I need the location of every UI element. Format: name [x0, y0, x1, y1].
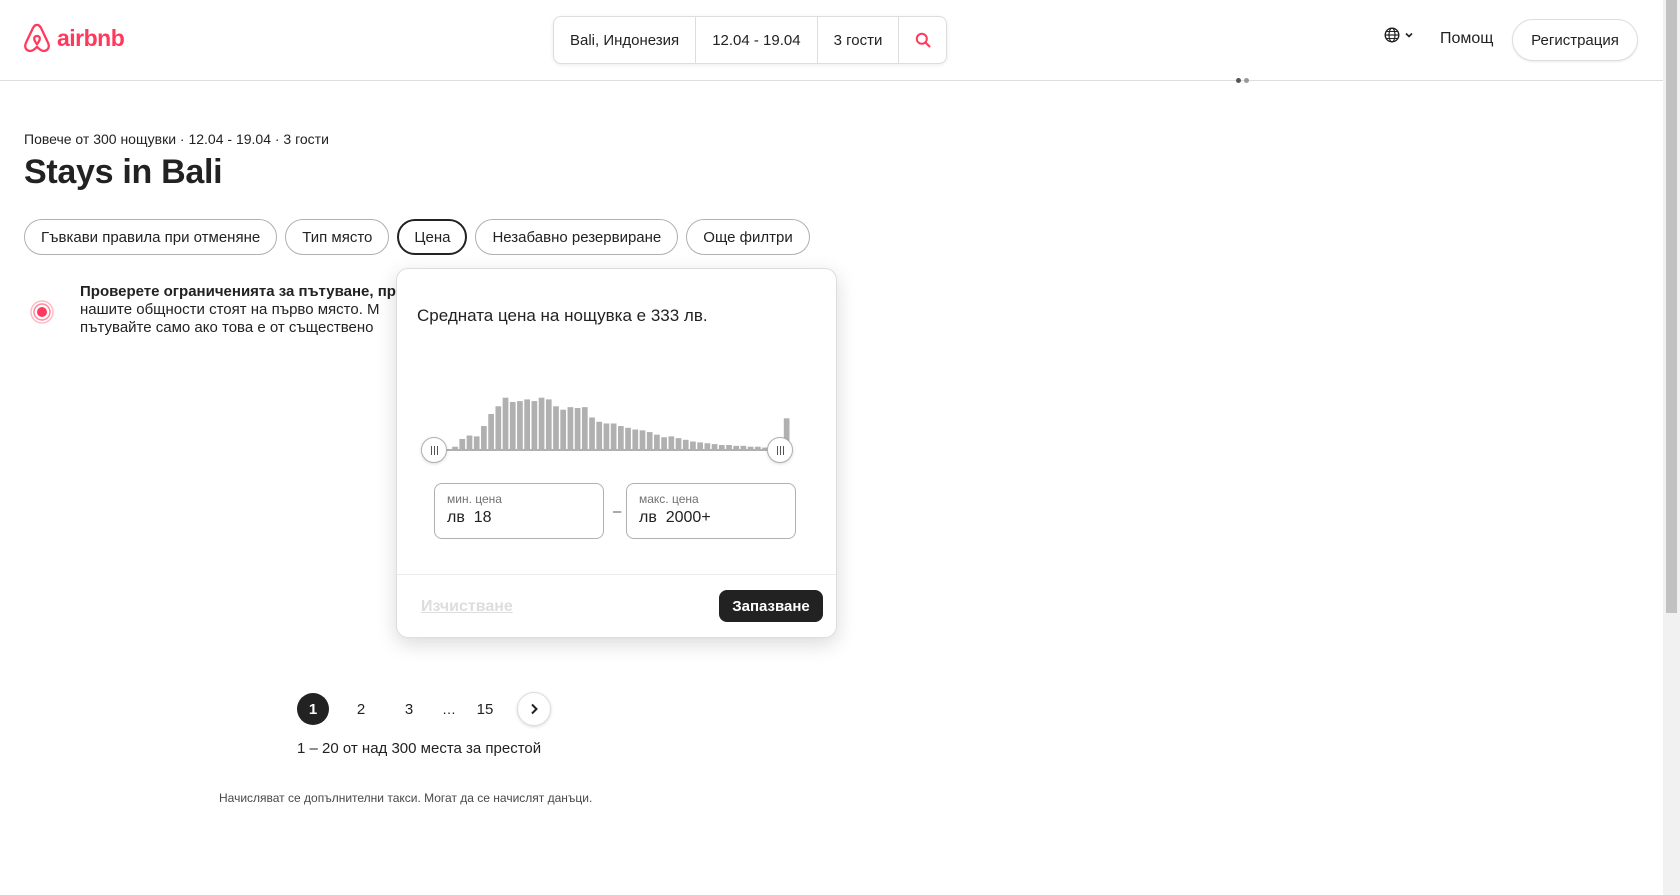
- histogram-bar: [531, 401, 538, 451]
- average-price-text: Средната цена на нощувка е 333 лв.: [417, 306, 708, 325]
- notice-text: Проверете ограниченията за пътуване, пре…: [80, 283, 404, 337]
- filter-bar: Гъвкави правила при отменяне Тип място Ц…: [24, 219, 810, 255]
- chevron-right-icon: [531, 703, 538, 715]
- histogram-bar: [625, 427, 631, 451]
- currency-label: лв: [447, 509, 465, 526]
- pagination: 1 2 3 … 15: [297, 692, 551, 726]
- register-button[interactable]: Регистрация: [1512, 19, 1638, 61]
- currency-label: лв: [639, 509, 657, 526]
- histogram-bar: [553, 406, 559, 451]
- page-3-button[interactable]: 3: [393, 693, 425, 725]
- next-page-button[interactable]: [517, 692, 551, 726]
- search-location[interactable]: Bali, Индонезия: [554, 17, 697, 63]
- histogram-baseline: [445, 449, 791, 451]
- histogram-bar: [603, 423, 610, 451]
- histogram-bar: [610, 423, 617, 451]
- notice-line: нашите общности стоят на първо място. М: [80, 301, 380, 318]
- price-histogram: [445, 397, 790, 451]
- histogram-bar: [581, 407, 588, 451]
- fees-note: Начисляват се допълнителни такси. Могат …: [219, 791, 593, 805]
- max-price-field[interactable]: макс. цена лв 2000+: [626, 483, 796, 539]
- popover-divider: [397, 574, 836, 575]
- search-icon: [915, 32, 931, 48]
- filter-price[interactable]: Цена: [397, 219, 468, 255]
- loading-indicator: [1236, 78, 1249, 83]
- min-price-number: 18: [473, 509, 492, 526]
- histogram-bar: [538, 397, 545, 451]
- filter-place-type[interactable]: Тип място: [285, 219, 390, 255]
- loading-dot: [1244, 78, 1249, 83]
- histogram-bar: [524, 399, 530, 451]
- notice-line: пътувайте само ако това е от съществено: [80, 319, 374, 336]
- min-price-label: мин. цена: [447, 492, 502, 506]
- save-button[interactable]: Запазване: [719, 590, 823, 622]
- histogram-bar: [495, 406, 502, 451]
- page-scrollbar[interactable]: [1663, 0, 1680, 895]
- min-price-handle[interactable]: [421, 437, 447, 463]
- top-header: airbnb Bali, Индонезия 12.04 - 19.04 3 г…: [0, 0, 1663, 81]
- page-15-button[interactable]: 15: [469, 693, 501, 725]
- results-count: 1 – 20 от над 300 места за престой: [297, 740, 542, 757]
- grip-icon: [776, 445, 784, 455]
- min-price-field[interactable]: мин. цена лв 18: [434, 483, 604, 539]
- search-guests[interactable]: 3 гости: [818, 17, 900, 63]
- histogram-bar: [488, 414, 494, 451]
- min-price-value[interactable]: лв 18: [447, 509, 591, 527]
- filter-flexible-cancellation[interactable]: Гъвкави правила при отменяне: [24, 219, 278, 255]
- histogram-bar: [632, 429, 639, 451]
- histogram-bar: [502, 397, 509, 451]
- histogram-bar: [589, 417, 595, 451]
- logo-wordmark: airbnb: [57, 24, 125, 51]
- histogram-bar: [509, 401, 516, 451]
- histogram-bar: [618, 426, 624, 451]
- max-price-handle[interactable]: [767, 437, 793, 463]
- max-price-value[interactable]: лв 2000+: [639, 509, 783, 527]
- clear-button[interactable]: Изчистване: [421, 598, 513, 616]
- filter-instant-book[interactable]: Незабавно резервиране: [475, 219, 679, 255]
- histogram-bar: [574, 408, 581, 451]
- max-price-label: макс. цена: [639, 492, 699, 506]
- histogram-bar: [517, 401, 523, 451]
- histogram-bar: [639, 430, 646, 451]
- search-bar[interactable]: Bali, Индонезия 12.04 - 19.04 3 гости: [553, 16, 947, 64]
- pagination-ellipsis: …: [442, 701, 456, 717]
- globe-icon: [1384, 27, 1400, 43]
- alert-dot-icon: [30, 300, 54, 324]
- search-button[interactable]: [899, 17, 946, 63]
- chevron-down-icon: [1405, 32, 1413, 38]
- filter-more[interactable]: Още филтри: [686, 219, 810, 255]
- language-button[interactable]: [1384, 27, 1414, 43]
- help-link[interactable]: Помощ: [1440, 30, 1493, 48]
- results-subtitle: Повече от 300 нощувки · 12.04 - 19.04 · …: [24, 131, 329, 147]
- histogram-bar: [560, 409, 567, 451]
- page-2-button[interactable]: 2: [345, 693, 377, 725]
- histogram-bar: [567, 407, 574, 451]
- loading-dot: [1236, 78, 1241, 83]
- page-1-button[interactable]: 1: [297, 693, 329, 725]
- histogram-bar: [481, 426, 487, 451]
- airbnb-logo[interactable]: airbnb: [22, 22, 125, 54]
- scrollbar-thumb[interactable]: [1666, 0, 1677, 613]
- page-title: Stays in Bali: [24, 153, 223, 191]
- notice-title: Проверете ограниченията за пътуване, пре: [80, 283, 404, 300]
- histogram-bar: [545, 399, 552, 451]
- grip-icon: [430, 445, 438, 455]
- travel-restrictions-notice: Проверете ограниченията за пътуване, пре…: [24, 283, 404, 343]
- airbnb-logo-icon: [24, 23, 50, 53]
- price-filter-popover: Средната цена на нощувка е 333 лв. мин. …: [396, 268, 837, 638]
- histogram-bar: [596, 421, 603, 451]
- search-dates[interactable]: 12.04 - 19.04: [696, 17, 818, 63]
- range-dash: –: [613, 503, 622, 520]
- max-price-number: 2000+: [665, 509, 711, 526]
